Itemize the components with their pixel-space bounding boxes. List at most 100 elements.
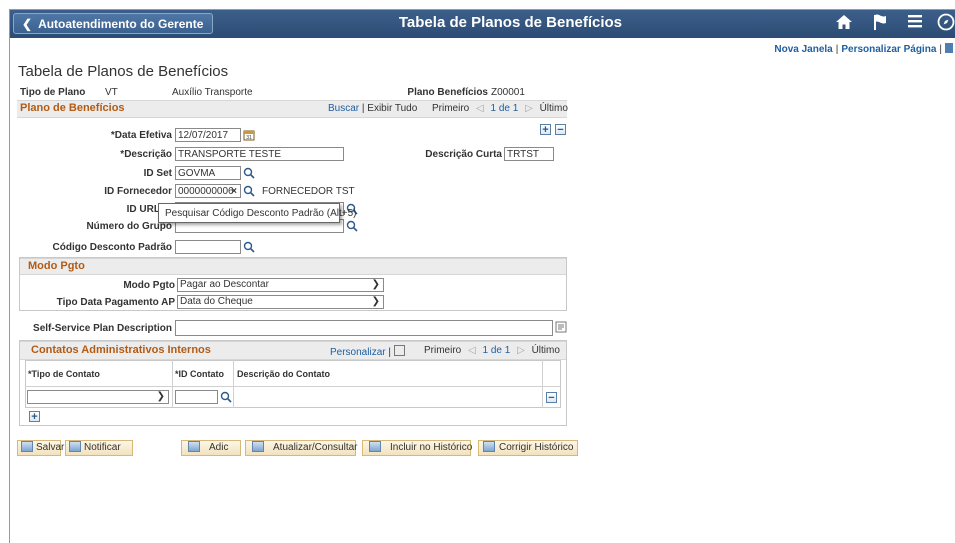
search-icon[interactable]	[243, 241, 256, 254]
calendar-icon[interactable]: 31	[243, 129, 256, 142]
update-icon	[252, 441, 264, 452]
plan-type-value: VT	[105, 87, 118, 98]
group-number-label: Número do Grupo	[86, 221, 172, 232]
payment-mode-label: Modo Pgto	[123, 280, 175, 291]
chevron-down-icon: ❯	[371, 296, 380, 307]
notify-icon	[69, 441, 81, 452]
app-title: Tabela de Planos de Benefícios	[398, 14, 622, 31]
effective-date-label: *Data Efetiva	[110, 130, 172, 141]
search-icon[interactable]	[346, 220, 359, 233]
link-separator: |	[939, 44, 942, 55]
save-button[interactable]: Salvar	[17, 440, 65, 456]
first-link[interactable]: Primeiro	[424, 345, 461, 356]
benefit-plan-value: Z00001	[491, 87, 525, 98]
flag-icon[interactable]	[868, 13, 892, 35]
vendor-id-input[interactable]: 0000000006 ×	[175, 184, 241, 198]
payment-date-type-select[interactable]: Data do Cheque ❯	[177, 295, 384, 309]
save-icon	[21, 441, 33, 452]
payment-group-header: Modo Pgto	[28, 260, 85, 272]
correct-history-icon	[483, 441, 495, 452]
previous-arrow-icon[interactable]: ◁	[468, 345, 476, 356]
payment-group-bar	[20, 258, 566, 275]
contacts-nav: Personalizar |	[330, 345, 405, 358]
delete-contact-row-button[interactable]: −	[546, 392, 557, 404]
pager-text: 1 de 1	[490, 103, 519, 114]
help-icon[interactable]	[945, 43, 953, 53]
setid-label: ID Set	[143, 168, 172, 179]
personalize-link[interactable]: Personalizar	[330, 347, 386, 358]
add-button[interactable]: Adic	[181, 440, 241, 456]
notify-button-label: Notificar	[84, 442, 121, 453]
short-description-input[interactable]: TRTST	[504, 147, 554, 161]
self-service-label: Self-Service Plan Description	[33, 323, 172, 334]
grid-divider	[172, 360, 173, 408]
self-service-input[interactable]	[175, 320, 553, 336]
compass-icon[interactable]	[936, 13, 955, 35]
next-arrow-icon[interactable]: ▷	[517, 345, 525, 356]
update-display-button[interactable]: Atualizar/Consultar	[245, 440, 358, 456]
menu-icon[interactable]	[903, 13, 927, 33]
search-icon[interactable]	[243, 185, 256, 198]
payment-mode-select[interactable]: Pagar ao Descontar ❯	[177, 278, 384, 292]
grid-divider	[542, 360, 543, 408]
payment-date-type-label: Tipo Data Pagamento AP	[56, 297, 175, 308]
description-label: *Descrição	[120, 149, 172, 160]
first-link[interactable]: Primeiro	[432, 103, 469, 114]
include-history-button[interactable]: Incluir no Histórico	[362, 440, 473, 456]
contacts-group-header: Contatos Administrativos Internos	[31, 344, 211, 356]
search-icon[interactable]	[243, 167, 256, 180]
top-navigation-bar: ❮ Autoatendimento do Gerente Tabela de Pl…	[10, 10, 955, 38]
add-row-button[interactable]: +	[540, 124, 551, 136]
description-input[interactable]: TRANSPORTE TESTE	[175, 147, 344, 161]
grid-divider	[25, 386, 561, 387]
svg-text:31: 31	[246, 135, 252, 141]
page-links: Nova Janela | Personalizar Página |	[774, 43, 953, 55]
vendor-name: FORNECEDOR TST	[262, 186, 355, 197]
grid-divider	[233, 360, 234, 408]
personalize-page-link[interactable]: Personalizar Página	[841, 44, 936, 55]
plan-type-description: Auxílio Transporte	[172, 87, 253, 98]
payment-mode-value: Pagar ao Descontar	[180, 279, 269, 290]
save-button-label: Salvar	[36, 442, 65, 453]
effective-date-input[interactable]: 12/07/2017	[175, 128, 241, 142]
lookup-tooltip: Pesquisar Código Desconto Padrão (Alt+5)	[158, 203, 357, 223]
notify-button[interactable]: Notificar	[65, 440, 133, 456]
contact-type-select[interactable]: ❯	[27, 390, 169, 404]
correct-history-button-label: Corrigir Histórico	[499, 442, 574, 453]
previous-arrow-icon[interactable]: ◁	[476, 103, 484, 114]
expand-text-icon[interactable]	[555, 321, 568, 334]
chevron-down-icon: ❯	[371, 279, 380, 290]
find-link[interactable]: Buscar	[328, 103, 359, 114]
contacts-pager: Primeiro ◁ 1 de 1 ▷ Último	[424, 345, 560, 356]
column-header-contact-type: *Tipo de Contato	[28, 369, 100, 379]
add-button-label: Adic	[209, 442, 229, 453]
chevron-down-icon: ❯	[156, 391, 165, 402]
plan-type-label: Tipo de Plano	[20, 87, 86, 98]
pager-text: 1 de 1	[482, 345, 511, 356]
last-link[interactable]: Último	[532, 345, 560, 356]
delete-row-button[interactable]: −	[555, 124, 566, 136]
benefit-plan-label: Plano Benefícios	[407, 87, 488, 98]
new-window-link[interactable]: Nova Janela	[774, 44, 832, 55]
vendor-id-label: ID Fornecedor	[104, 186, 172, 197]
default-deduction-label: Código Desconto Padrão	[52, 242, 172, 253]
short-description-label: Descrição Curta	[425, 149, 502, 160]
clear-icon[interactable]: ×	[231, 185, 237, 197]
contact-id-input[interactable]	[175, 390, 218, 404]
setid-input[interactable]: GOVMA	[175, 166, 241, 180]
search-icon[interactable]	[220, 391, 233, 404]
add-contact-row-button[interactable]: +	[29, 411, 40, 423]
view-all-link[interactable]: Exibir Tudo	[367, 103, 417, 114]
next-arrow-icon[interactable]: ▷	[525, 103, 533, 114]
include-history-button-label: Incluir no Histórico	[390, 442, 473, 453]
page-title: Tabela de Planos de Benefícios	[18, 63, 229, 80]
last-link[interactable]: Último	[540, 103, 568, 114]
payment-date-type-value: Data do Cheque	[180, 296, 253, 307]
correct-history-button[interactable]: Corrigir Histórico	[478, 440, 578, 456]
default-deduction-input[interactable]	[175, 240, 241, 254]
update-display-button-label: Atualizar/Consultar	[273, 442, 358, 453]
zoom-grid-icon[interactable]	[393, 345, 405, 356]
home-icon[interactable]	[832, 13, 856, 35]
url-id-label: ID URL Pl	[126, 204, 172, 215]
plan-group-nav: Buscar | Exibir Tudo	[328, 103, 418, 114]
